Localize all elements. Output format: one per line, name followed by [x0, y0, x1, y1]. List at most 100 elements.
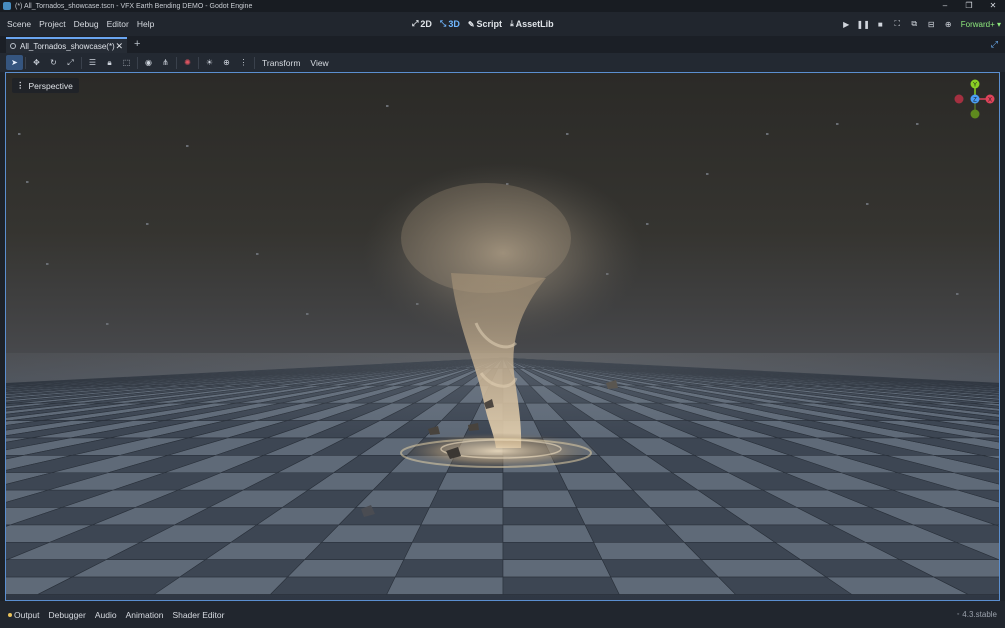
version-label: 4.3.stable [962, 610, 997, 619]
distraction-free-icon[interactable]: ⤢ [991, 39, 998, 50]
engine-version[interactable]: ◦ 4.3.stable [957, 610, 997, 619]
debris-particle [46, 263, 49, 265]
remote-debug-icon[interactable]: ⛶ [889, 19, 906, 29]
lock-icon[interactable]: 🔒︎ [101, 55, 118, 70]
toolbar-separator [254, 56, 255, 69]
play-custom-scene-icon[interactable]: ⊟ [923, 20, 940, 29]
toolbar-separator [176, 56, 177, 69]
workspace-assetlib-label: AssetLib [515, 19, 554, 29]
toolbar-separator [81, 56, 82, 69]
play-scene-icon[interactable]: ⧉ [906, 19, 923, 29]
workspace-3d-label: 3D [448, 19, 460, 29]
debris-particle [26, 181, 29, 183]
run-controls: ▶ ❚❚ ■ ⛶ ⧉ ⊟ ⊕ Forward+ ▾ [838, 12, 1001, 36]
gizmo-neg-x-axis[interactable] [954, 94, 964, 104]
menu-project[interactable]: Project [35, 19, 69, 29]
menu-debug[interactable]: Debug [70, 19, 103, 29]
debris-particle [866, 203, 869, 205]
debris-particle [566, 133, 569, 135]
view-menu[interactable]: View [305, 58, 333, 68]
maximize-icon[interactable]: ❐ [957, 0, 981, 12]
menu-scene[interactable]: Scene [3, 19, 35, 29]
kebab-menu-icon: ⋮ [16, 80, 25, 90]
workspace-script-label: Script [476, 19, 503, 29]
orientation-gizmo[interactable]: Y Z X [954, 79, 995, 119]
viewport-scene: Y Z X [6, 79, 999, 595]
debris-particle [386, 105, 389, 107]
scene-tabbar: All_Tornados_showcase(*) ✕ + ⤢ [0, 36, 1005, 53]
play-icon[interactable]: ▶ [838, 20, 855, 29]
renderer-selector[interactable]: Forward+ ▾ [961, 20, 1001, 29]
version-info-icon: ◦ [956, 611, 960, 618]
perspective-label: Perspective [28, 80, 73, 91]
group-icon[interactable]: ⬚ [118, 55, 135, 70]
main-menubar: Scene Project Debug Editor Help ⤢ 2D ⤡ 3… [0, 12, 1005, 36]
gizmo-x-label: X [988, 98, 992, 104]
debris-particle [106, 323, 109, 325]
transform-menu[interactable]: Transform [257, 58, 305, 68]
bottom-tab-animation[interactable]: Animation [126, 610, 164, 620]
debris-particle [186, 145, 189, 147]
perspective-menu-button[interactable]: ⋮ Perspective [12, 78, 79, 93]
workspace-script-button[interactable]: ✎ Script [468, 19, 502, 29]
rotate-mode-icon[interactable]: ↻ [45, 55, 62, 70]
bottom-panel-bar: Output Debugger Audio Animation Shader E… [0, 601, 1005, 628]
debris-particle [646, 223, 649, 225]
menu-help[interactable]: Help [133, 19, 158, 29]
scale-mode-icon[interactable]: ⤢ [62, 55, 79, 70]
window-titlebar: (*) All_Tornados_showcase.tscn - VFX Ear… [0, 0, 1005, 12]
assetlib-icon: ⤓ [510, 19, 514, 28]
movie-maker-icon[interactable]: ⊕ [940, 20, 957, 29]
preview-sun-icon[interactable]: ✺ [179, 55, 196, 70]
move-mode-icon[interactable]: ✥ [28, 55, 45, 70]
script-icon: ✎ [467, 19, 475, 29]
close-window-icon[interactable]: ✕ [981, 0, 1005, 12]
workspace-switcher: ⤢ 2D ⤡ 3D ✎ Script ⤓ AssetLib [412, 12, 554, 36]
bottom-tab-output[interactable]: Output [14, 610, 40, 620]
gizmo-neg-y-axis[interactable] [970, 109, 980, 119]
toolbar-separator [25, 56, 26, 69]
bottom-tab-debugger[interactable]: Debugger [49, 610, 86, 620]
main-menu: Scene Project Debug Editor Help [3, 12, 158, 36]
3d-icon: ⤡ [439, 19, 447, 28]
scene-tab[interactable]: All_Tornados_showcase(*) ✕ [6, 37, 127, 53]
node3d-icon [10, 43, 16, 49]
workspace-2d-label: 2D [420, 19, 432, 29]
godot-logo-icon [3, 2, 11, 10]
spatial-editor-toolbar: ➤ ✥ ↻ ⤢ ☰ 🔒︎ ⬚ ◉ ⋔ ✺ ☀ ⊕ ⋮ Transform Vie… [0, 53, 1005, 72]
add-scene-tab-button[interactable]: + [134, 38, 140, 50]
pause-icon[interactable]: ❚❚ [855, 20, 872, 29]
toolbar-separator [137, 56, 138, 69]
snap-icon[interactable]: ⋔ [157, 55, 174, 70]
bottom-tab-shader-editor[interactable]: Shader Editor [172, 610, 224, 620]
debris-particle [18, 133, 21, 135]
more-options-icon[interactable]: ⋮ [235, 55, 252, 70]
debris-particle [256, 253, 259, 255]
minimize-icon[interactable]: – [933, 0, 957, 12]
3d-viewport[interactable]: Y Z X ⋮ Perspective [5, 72, 1000, 601]
bottom-tab-audio[interactable]: Audio [95, 610, 117, 620]
local-space-icon[interactable]: ◉ [140, 55, 157, 70]
debris-particle [306, 313, 309, 315]
output-warning-dot-icon [8, 612, 12, 617]
2d-icon: ⤢ [412, 19, 419, 28]
debris-particle [836, 123, 839, 125]
debris-particle [766, 133, 769, 135]
workspace-assetlib-button[interactable]: ⤓ AssetLib [510, 19, 554, 29]
workspace-2d-button[interactable]: ⤢ 2D [412, 19, 432, 29]
menu-editor[interactable]: Editor [103, 19, 133, 29]
debris-particle [916, 123, 919, 125]
gizmo-z-label: Z [973, 98, 977, 104]
window-title: (*) All_Tornados_showcase.tscn - VFX Ear… [15, 2, 253, 10]
scene-tab-label: All_Tornados_showcase(*) [20, 41, 115, 51]
select-mode-icon[interactable]: ➤ [6, 55, 23, 70]
debris-particle [956, 293, 959, 295]
close-tab-icon[interactable]: ✕ [115, 41, 123, 52]
workspace-3d-button[interactable]: ⤡ 3D [440, 19, 460, 29]
stop-icon[interactable]: ■ [872, 20, 889, 29]
list-select-icon[interactable]: ☰ [84, 55, 101, 70]
globe-icon[interactable]: ⊕ [218, 55, 235, 70]
toolbar-separator [198, 56, 199, 69]
preview-environment-icon[interactable]: ☀ [201, 55, 218, 70]
debris-particle [146, 223, 149, 225]
